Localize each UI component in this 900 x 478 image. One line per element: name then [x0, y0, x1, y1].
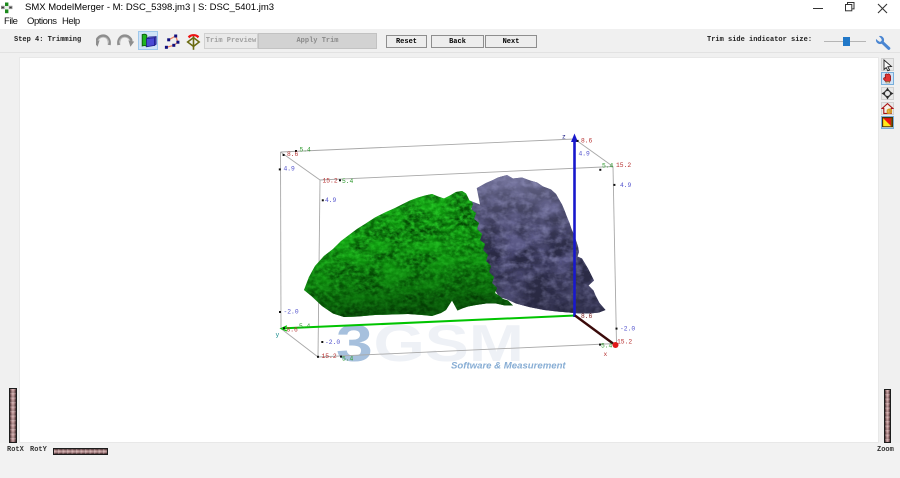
- svg-text:8.6: 8.6: [287, 327, 299, 334]
- svg-text:5.4: 5.4: [342, 356, 354, 363]
- svg-text:x: x: [604, 351, 608, 358]
- svg-text:5.4: 5.4: [299, 323, 311, 330]
- svg-text:Software & Measurement: Software & Measurement: [451, 361, 566, 372]
- svg-text:3: 3: [336, 314, 373, 373]
- svg-text:8.6: 8.6: [581, 313, 593, 320]
- svg-text:4.9: 4.9: [579, 151, 591, 158]
- svg-text:4.9: 4.9: [284, 166, 296, 173]
- svg-text:8.6: 8.6: [581, 138, 593, 145]
- svg-text:15.2: 15.2: [617, 339, 632, 346]
- svg-text:-2.0: -2.0: [284, 309, 299, 316]
- svg-text:15.2: 15.2: [322, 353, 337, 360]
- svg-text:-2.0: -2.0: [325, 339, 340, 346]
- svg-text:8.6: 8.6: [287, 151, 299, 158]
- svg-text:5.4: 5.4: [602, 163, 614, 170]
- svg-text:5.4: 5.4: [601, 343, 613, 350]
- svg-text:z: z: [562, 134, 566, 141]
- svg-text:5.4: 5.4: [342, 178, 354, 185]
- svg-text:4.9: 4.9: [325, 197, 337, 204]
- svg-text:-2.0: -2.0: [620, 326, 635, 333]
- svg-text:15.2: 15.2: [616, 162, 631, 169]
- svg-text:15.2: 15.2: [323, 178, 338, 185]
- svg-text:4.9: 4.9: [620, 182, 632, 189]
- svg-text:5.4: 5.4: [300, 147, 312, 154]
- svg-text:y: y: [276, 332, 280, 339]
